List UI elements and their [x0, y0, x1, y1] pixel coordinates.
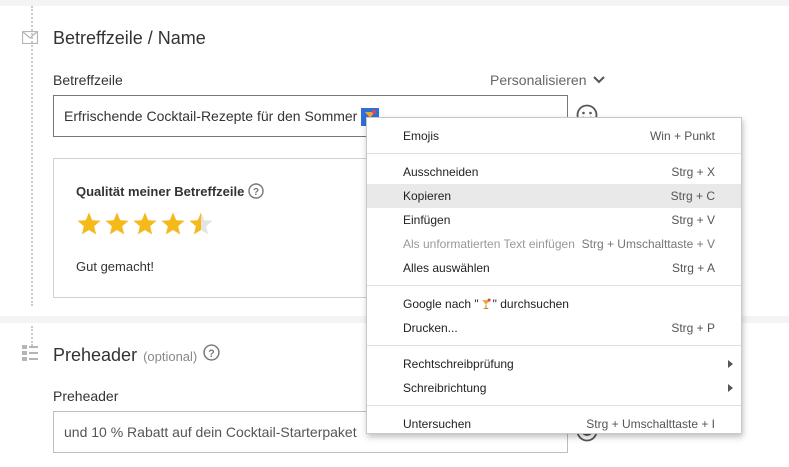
menu-item-label: Untersuchen [403, 417, 472, 431]
section-rail [31, 326, 33, 346]
preheader-field-label: Preheader [53, 388, 119, 404]
menu-item: Als unformatierten Text einfügen Strg + U… [367, 232, 741, 256]
submenu-arrow-icon [728, 360, 733, 368]
menu-item[interactable]: Drucken... Strg + P [367, 316, 741, 340]
star-icon [133, 212, 157, 235]
menu-separator [367, 153, 741, 154]
help-icon[interactable]: ? [248, 183, 265, 199]
subject-section-title: Betreffzeile / Name [53, 28, 206, 48]
menu-item[interactable]: Emojis Win + Punkt [367, 124, 741, 148]
tropical-drink-emoji-icon [481, 298, 491, 310]
menu-item-label: Schreibrichtung [403, 381, 487, 395]
menu-item-label: Ausschneiden [403, 165, 479, 179]
preheader-section-title-row: Preheader (optional) ? [53, 344, 220, 366]
menu-item-shortcut: Strg + A [671, 261, 715, 275]
menu-item[interactable]: Rechtschreibprüfung [367, 352, 741, 376]
svg-text:?: ? [253, 187, 259, 198]
menu-item-shortcut: Strg + Umschalttaste + V [581, 237, 715, 251]
menu-item-shortcut: Strg + V [671, 213, 715, 227]
menu-item-label: Einfügen [403, 213, 451, 227]
chevron-down-icon [592, 76, 605, 84]
context-menu: Emojis Win + Punkt Ausschneiden Strg + X Kop… [366, 117, 742, 434]
menu-item-shortcut: Strg + X [671, 165, 715, 179]
preheader-section-title: Preheader [53, 345, 138, 365]
star-icon [161, 212, 185, 235]
personalize-dropdown[interactable]: Personalisieren [490, 72, 605, 88]
optional-label: (optional) [143, 349, 198, 364]
menu-item-shortcut: Win + Punkt [649, 129, 715, 143]
quality-star-rating [76, 211, 214, 237]
menu-item-label: Drucken... [403, 321, 458, 335]
menu-separator [367, 345, 741, 346]
menu-separator [367, 285, 741, 286]
menu-item-shortcut: Strg + C [670, 189, 715, 203]
submenu-arrow-icon [728, 384, 733, 392]
help-icon[interactable]: ? [203, 344, 220, 361]
menu-item-label-suffix: " durchsuchen [492, 296, 569, 311]
quality-title-row: Qualität meiner Betreffzeile ? [76, 183, 265, 199]
quality-feedback: Gut gemacht! [76, 259, 155, 274]
layout-grid-icon [22, 345, 38, 361]
menu-item[interactable]: Kopieren Strg + C [367, 184, 741, 208]
preheader-input-text: und 10 % Rabatt auf dein Cocktail-Starte… [64, 424, 357, 440]
menu-item-label-prefix: Google nach " [403, 296, 479, 311]
star-icon [189, 212, 213, 235]
subject-quality-card: Qualität meiner Betreffzeile ? Gut gemac… [53, 158, 393, 298]
star-icon [105, 212, 129, 235]
menu-item[interactable]: Untersuchen Strg + Umschalttaste + I [367, 412, 741, 436]
menu-item[interactable]: Alles auswählen Strg + A [367, 256, 741, 280]
menu-item[interactable]: Einfügen Strg + V [367, 208, 741, 232]
menu-separator [367, 405, 741, 406]
subject-input-text: Erfrischende Cocktail-Rezepte für den So… [64, 108, 358, 124]
svg-text:?: ? [209, 348, 215, 360]
quality-title: Qualität meiner Betreffzeile [76, 183, 245, 199]
menu-item-label: Kopieren [403, 189, 452, 203]
star-icon [77, 212, 101, 235]
menu-item[interactable]: Google nach " " durchsuchen [367, 292, 741, 316]
menu-item-label: Google nach " " durchsuchen [403, 297, 569, 312]
section-rail [31, 6, 33, 306]
menu-item-label: Emojis [403, 129, 440, 143]
personalize-label: Personalisieren [490, 72, 587, 88]
menu-item-label: Alles auswählen [403, 261, 490, 275]
menu-item-label: Rechtschreibprüfung [403, 357, 514, 371]
menu-item-shortcut: Strg + P [671, 321, 715, 335]
subject-field-label: Betreffzeile [53, 72, 123, 88]
mail-icon [22, 31, 38, 44]
menu-item[interactable]: Ausschneiden Strg + X [367, 160, 741, 184]
menu-item-label: Als unformatierten Text einfügen [403, 237, 575, 251]
menu-item-shortcut: Strg + Umschalttaste + I [586, 417, 715, 431]
menu-item[interactable]: Schreibrichtung [367, 376, 741, 400]
